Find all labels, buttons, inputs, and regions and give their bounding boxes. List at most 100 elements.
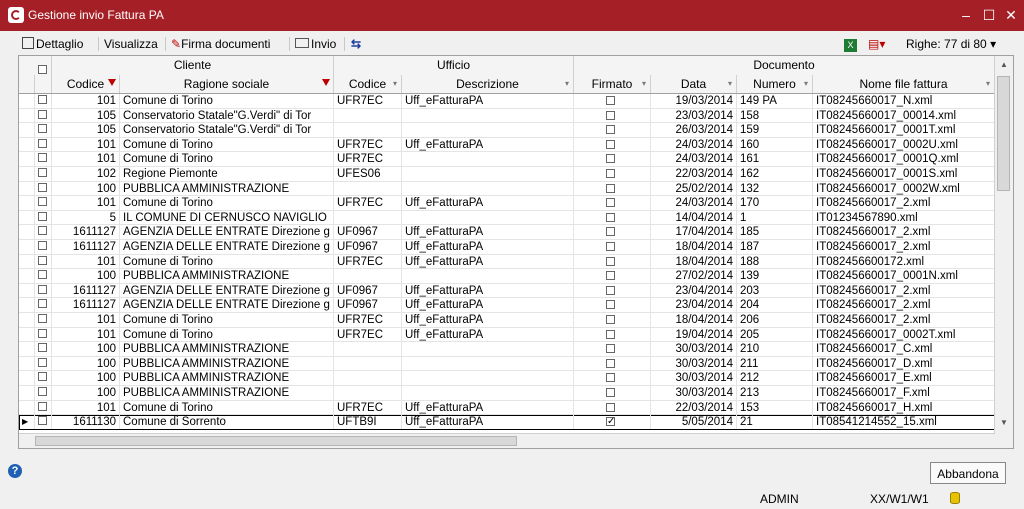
firmato-checkbox[interactable] bbox=[606, 415, 615, 429]
select-all-checkbox[interactable] bbox=[35, 65, 52, 93]
table-row[interactable]: 105 Conservatorio Statale"G.Verdi" di Tor… bbox=[19, 123, 995, 138]
firmato-checkbox[interactable] bbox=[606, 329, 615, 339]
filter-icon[interactable] bbox=[108, 79, 116, 86]
row-select-checkbox-cell[interactable] bbox=[35, 123, 52, 138]
row-select-checkbox[interactable] bbox=[38, 197, 47, 207]
row-select-checkbox-cell[interactable] bbox=[35, 342, 52, 357]
firmato-checkbox[interactable] bbox=[606, 344, 615, 354]
firmato-checkbox[interactable] bbox=[606, 300, 615, 310]
row-select-checkbox-cell[interactable] bbox=[35, 400, 52, 415]
row-select-checkbox-cell[interactable] bbox=[35, 356, 52, 371]
row-select-checkbox[interactable] bbox=[38, 255, 47, 265]
firmato-checkbox[interactable] bbox=[606, 212, 615, 222]
row-select-checkbox-cell[interactable] bbox=[35, 210, 52, 225]
close-button[interactable]: ✕ bbox=[1000, 4, 1022, 26]
row-select-checkbox-cell[interactable] bbox=[35, 240, 52, 254]
row-select-checkbox[interactable] bbox=[38, 328, 47, 338]
firmato-checkbox[interactable] bbox=[606, 96, 615, 105]
scroll-thumb[interactable] bbox=[997, 76, 1010, 191]
cell-firmato[interactable] bbox=[574, 94, 651, 108]
row-select-checkbox-cell[interactable] bbox=[35, 254, 52, 269]
row-select-checkbox-cell[interactable] bbox=[35, 196, 52, 211]
cell-firmato[interactable] bbox=[574, 108, 651, 123]
table-row[interactable]: 100 PUBBLICA AMMINISTRAZIONE 30/03/2014 210… bbox=[19, 342, 995, 357]
firmato-checkbox[interactable] bbox=[606, 154, 615, 164]
firmato-checkbox[interactable] bbox=[606, 242, 615, 251]
cell-firmato[interactable] bbox=[574, 254, 651, 269]
row-select-checkbox-cell[interactable] bbox=[35, 108, 52, 123]
table-row[interactable]: 1611127 AGENZIA DELLE ENTRATE Direzione g… bbox=[19, 240, 995, 255]
row-select-checkbox[interactable] bbox=[38, 357, 47, 367]
row-select-checkbox-cell[interactable] bbox=[35, 269, 52, 284]
firmato-checkbox[interactable] bbox=[606, 198, 615, 208]
dropdown-icon[interactable]: ▾ bbox=[563, 78, 571, 90]
cell-firmato[interactable] bbox=[574, 269, 651, 284]
firmato-checkbox[interactable] bbox=[606, 139, 615, 149]
firmato-checkbox[interactable] bbox=[606, 227, 615, 237]
col-codice[interactable]: Codice bbox=[52, 75, 120, 93]
row-select-checkbox[interactable] bbox=[38, 387, 47, 396]
table-row[interactable]: 1611127 AGENZIA DELLE ENTRATE Direzione g… bbox=[19, 283, 995, 299]
col-ragione-sociale[interactable]: Ragione sociale bbox=[120, 75, 334, 93]
dropdown-icon[interactable]: ▾ bbox=[726, 78, 734, 90]
row-select-checkbox[interactable] bbox=[38, 241, 47, 250]
col-ufficio-codice[interactable]: Codice ▾ bbox=[334, 75, 402, 93]
cell-firmato[interactable] bbox=[574, 137, 651, 152]
filter-settings-icon[interactable]: ▤▾ bbox=[868, 34, 885, 54]
table-row[interactable]: 101 Comune di Torino UFR7EC Uff_eFatturaPA 1… bbox=[19, 254, 995, 270]
scroll-down-icon[interactable]: ▼ bbox=[1000, 418, 1008, 427]
cell-firmato[interactable] bbox=[574, 356, 651, 371]
dropdown-icon[interactable]: ▾ bbox=[391, 78, 399, 90]
scroll-up-icon[interactable]: ▲ bbox=[1000, 60, 1008, 69]
row-select-checkbox-cell[interactable] bbox=[35, 371, 52, 386]
refresh-icon[interactable]: ⇆ bbox=[351, 34, 361, 54]
dropdown-icon[interactable]: ▾ bbox=[802, 78, 810, 90]
cell-firmato[interactable] bbox=[574, 415, 651, 430]
row-select-checkbox[interactable] bbox=[38, 314, 47, 323]
row-select-checkbox[interactable] bbox=[38, 182, 47, 192]
row-select-checkbox[interactable] bbox=[38, 299, 47, 309]
row-select-checkbox[interactable] bbox=[38, 138, 47, 148]
row-select-checkbox-cell[interactable] bbox=[35, 225, 52, 240]
row-select-checkbox[interactable] bbox=[38, 284, 47, 294]
table-row[interactable]: 105 Conservatorio Statale"G.Verdi" di Tor… bbox=[19, 108, 995, 124]
row-select-checkbox-cell[interactable] bbox=[35, 181, 52, 196]
row-select-checkbox[interactable] bbox=[38, 153, 47, 163]
excel-icon[interactable]: X bbox=[844, 34, 857, 54]
row-select-checkbox-cell[interactable] bbox=[35, 152, 52, 167]
col-descrizione[interactable]: Descrizione ▾ bbox=[402, 75, 574, 93]
cell-firmato[interactable] bbox=[574, 152, 651, 167]
col-firmato[interactable]: Firmato ▾ bbox=[574, 75, 651, 93]
row-select-checkbox[interactable] bbox=[38, 401, 47, 411]
table-row[interactable]: 101 Comune di Torino UFR7EC Uff_eFatturaPA 1… bbox=[19, 94, 995, 109]
row-select-checkbox-cell[interactable] bbox=[35, 167, 52, 181]
table-row[interactable]: 101 Comune di Torino UFR7EC Uff_eFatturaPA 1… bbox=[19, 313, 995, 328]
table-row[interactable]: 100 PUBBLICA AMMINISTRAZIONE 30/03/2014 213… bbox=[19, 386, 995, 401]
dettaglio-button[interactable]: Dettaglio bbox=[22, 34, 83, 54]
firmato-checkbox[interactable] bbox=[606, 256, 615, 266]
col-nome-file[interactable]: Nome file fattura ▾ bbox=[813, 75, 995, 93]
table-row[interactable]: 101 Comune di Torino UFR7EC Uff_eFatturaPA 2… bbox=[19, 137, 995, 153]
row-select-checkbox[interactable] bbox=[38, 416, 47, 426]
table-row[interactable]: 101 Comune di Torino UFR7EC 24/03/2014 161 IT… bbox=[19, 152, 995, 167]
firmato-checkbox[interactable] bbox=[606, 402, 615, 412]
cell-firmato[interactable] bbox=[574, 240, 651, 254]
row-select-checkbox-cell[interactable] bbox=[35, 327, 52, 342]
table-row[interactable]: 100 PUBBLICA AMMINISTRAZIONE 30/03/2014 211… bbox=[19, 356, 995, 372]
row-select-checkbox-cell[interactable] bbox=[35, 283, 52, 298]
table-row[interactable]: ▶ 1611130 Comune di Sorrento UFTB9I Uff_eFat… bbox=[19, 415, 995, 430]
cell-firmato[interactable] bbox=[574, 386, 651, 400]
invio-button[interactable]: Invio bbox=[295, 34, 336, 54]
firma-documenti-button[interactable]: ✎Firma documenti bbox=[171, 34, 270, 54]
firmato-checkbox[interactable] bbox=[606, 271, 615, 281]
righe-counter[interactable]: Righe: 77 di 80 ▾ bbox=[906, 34, 996, 54]
row-select-checkbox[interactable] bbox=[38, 124, 47, 134]
cell-firmato[interactable] bbox=[574, 210, 651, 225]
minimize-button[interactable]: ‒ bbox=[955, 4, 977, 26]
firmato-checkbox[interactable] bbox=[606, 169, 615, 178]
row-select-checkbox[interactable] bbox=[38, 343, 47, 353]
firmato-checkbox[interactable] bbox=[606, 183, 615, 193]
firmato-checkbox[interactable] bbox=[606, 110, 615, 120]
help-icon[interactable]: ? bbox=[8, 464, 22, 478]
row-select-checkbox-cell[interactable] bbox=[35, 313, 52, 327]
